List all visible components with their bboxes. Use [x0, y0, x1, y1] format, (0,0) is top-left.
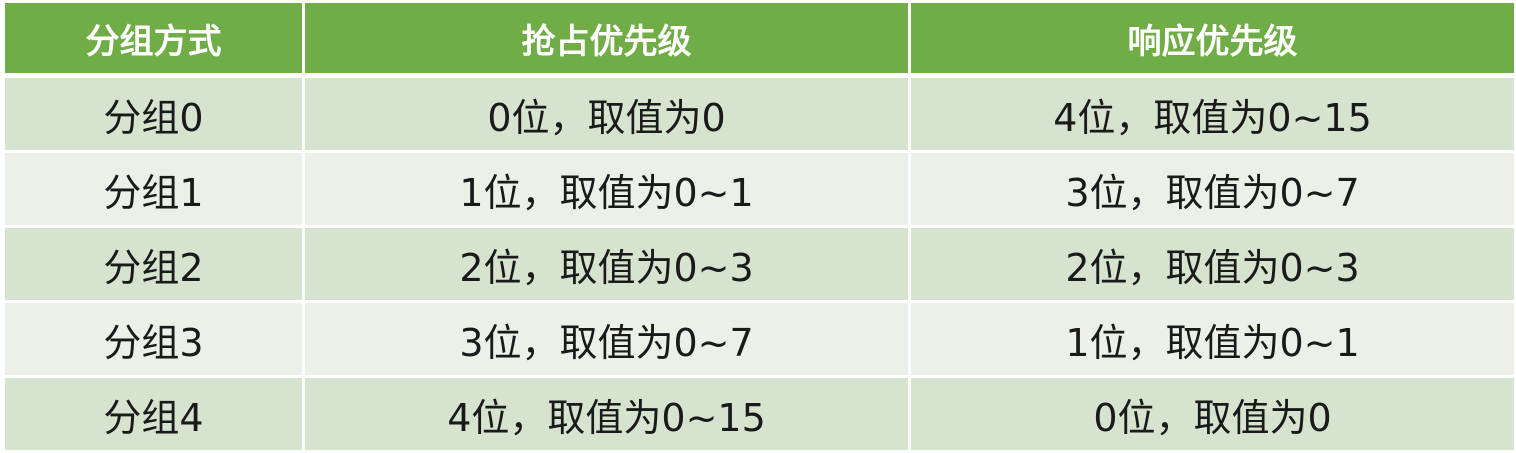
- cell-response: 3位，取值为0~7: [908, 150, 1516, 228]
- cell-group: 分组2: [2, 225, 305, 303]
- cell-group: 分组4: [2, 375, 305, 453]
- cell-response: 1位，取值为0~1: [908, 300, 1516, 378]
- priority-group-table: 分组方式 抢占优先级 响应优先级 分组0 0位，取值为0 4位，取值为0~15 …: [2, 0, 1516, 453]
- cell-response: 2位，取值为0~3: [908, 225, 1516, 303]
- cell-group: 分组1: [2, 150, 305, 228]
- cell-response: 4位，取值为0~15: [908, 74, 1516, 153]
- cell-preempt: 3位，取值为0~7: [302, 300, 911, 378]
- header-response-priority: 响应优先级: [908, 0, 1516, 78]
- cell-preempt: 4位，取值为0~15: [302, 375, 911, 453]
- table-row: 分组4 4位，取值为0~15 0位，取值为0: [2, 375, 1516, 453]
- cell-group: 分组0: [2, 74, 305, 153]
- header-group-method: 分组方式: [2, 0, 305, 78]
- table-header-row: 分组方式 抢占优先级 响应优先级: [2, 0, 1516, 78]
- priority-table-container: 分组方式 抢占优先级 响应优先级 分组0 0位，取值为0 4位，取值为0~15 …: [0, 0, 1516, 453]
- cell-preempt: 1位，取值为0~1: [302, 150, 911, 228]
- table-row: 分组1 1位，取值为0~1 3位，取值为0~7: [2, 150, 1516, 228]
- cell-group: 分组3: [2, 300, 305, 378]
- cell-preempt: 0位，取值为0: [302, 74, 911, 153]
- table-row: 分组0 0位，取值为0 4位，取值为0~15: [2, 74, 1516, 153]
- table-row: 分组3 3位，取值为0~7 1位，取值为0~1: [2, 300, 1516, 378]
- cell-response: 0位，取值为0: [908, 375, 1516, 453]
- cell-preempt: 2位，取值为0~3: [302, 225, 911, 303]
- header-preempt-priority: 抢占优先级: [302, 0, 911, 78]
- table-row: 分组2 2位，取值为0~3 2位，取值为0~3: [2, 225, 1516, 303]
